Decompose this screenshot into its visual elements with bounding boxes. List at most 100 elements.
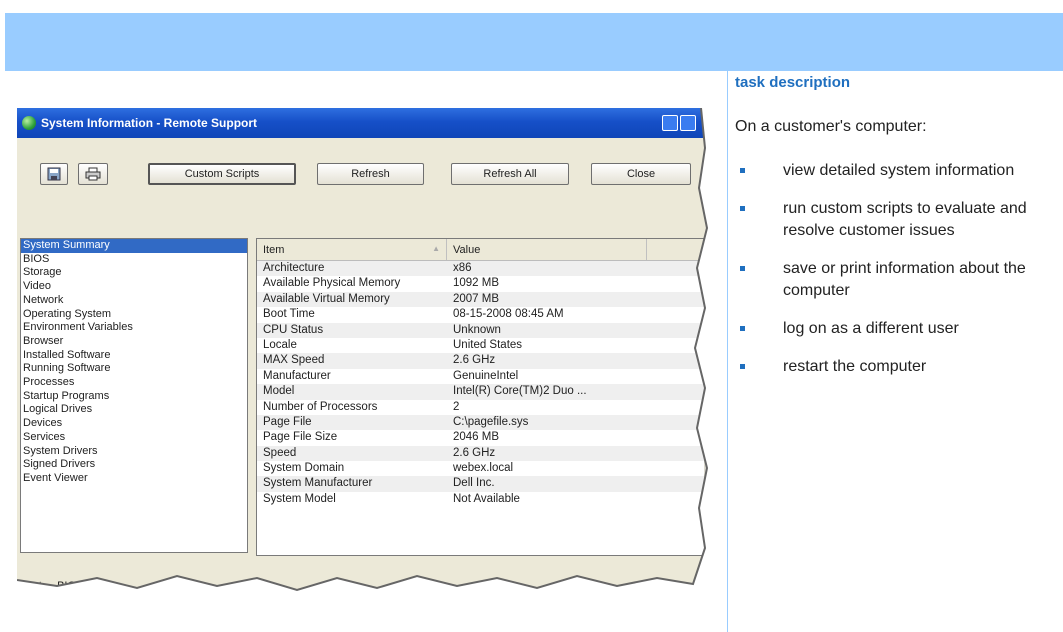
save-icon (47, 167, 61, 181)
task-item-text: run custom scripts to evaluate and resol… (783, 200, 1027, 239)
grid-scrollbar[interactable] (704, 238, 717, 556)
status-bar: Last ... BIOS Conf ... (17, 578, 717, 606)
row-item-cell: Locale (263, 338, 297, 351)
row-value-cell: Intel(R) Core(TM)2 Duo ... (453, 385, 587, 398)
table-row[interactable]: Number of Processors 2 (257, 400, 716, 415)
table-row[interactable]: System Domain webex.local (257, 461, 716, 476)
category-item[interactable]: System Summary (21, 239, 247, 253)
row-value-cell: 2046 MB (453, 431, 500, 444)
row-value-cell: Not Available (453, 492, 520, 505)
row-item-cell: Model (263, 385, 295, 398)
category-item[interactable]: Processes (21, 376, 247, 390)
table-row[interactable]: Page File C:\pagefile.sys (257, 414, 716, 431)
task-item: log on as a different user (735, 318, 1063, 340)
grid-rows: Architecture x86 Available Physical Memory… (257, 261, 716, 507)
task-item: save or print information about the comp… (735, 258, 1063, 302)
row-item-cell: Boot Time (263, 308, 315, 321)
category-item[interactable]: Operating System (21, 308, 247, 322)
row-item-cell: Manufacturer (263, 369, 331, 382)
table-row[interactable]: Model Intel(R) Core(TM)2 Duo ... (257, 384, 716, 400)
category-item[interactable]: System Drivers (21, 445, 247, 459)
category-item[interactable]: Signed Drivers (21, 458, 247, 472)
category-item[interactable]: Event Viewer (21, 472, 247, 486)
category-item[interactable]: Environment Variables (21, 321, 247, 335)
row-item-cell: Architecture (263, 262, 325, 274)
category-item[interactable]: Storage (21, 266, 247, 280)
table-row[interactable]: Locale United States (257, 338, 716, 353)
category-item[interactable]: Installed Software (21, 349, 247, 363)
task-list: view detailed system information run cus… (735, 160, 1063, 394)
close-button[interactable]: Close (591, 163, 691, 185)
table-row[interactable]: Speed 2.6 GHz (257, 445, 716, 462)
task-item: restart the computer (735, 356, 1063, 378)
window-titlebar: System Information - Remote Support (17, 108, 717, 138)
row-item-cell: MAX Speed (263, 354, 325, 367)
row-item-cell: Speed (263, 446, 297, 459)
window-title: System Information - Remote Support (41, 116, 258, 130)
task-item: view detailed system information (735, 160, 1063, 182)
row-item-cell: Number of Processors (263, 400, 378, 413)
category-item[interactable]: Logical Drives (21, 403, 247, 417)
refresh-all-button[interactable]: Refresh All (451, 163, 569, 185)
maximize-icon[interactable] (680, 115, 696, 131)
category-item[interactable]: Browser (21, 335, 247, 349)
row-value-cell: 2.6 GHz (453, 354, 496, 367)
print-button[interactable] (78, 163, 108, 185)
system-info-grid[interactable]: Item ▲ Value Architecture x86 Available Phy… (256, 238, 717, 556)
task-item-text: save or print information about the comp… (783, 260, 1026, 299)
refresh-button[interactable]: Refresh (317, 163, 424, 185)
table-row[interactable]: Page File Size 2046 MB (257, 430, 716, 445)
category-item[interactable]: Startup Programs (21, 390, 247, 404)
task-item-text: restart the computer (783, 358, 927, 375)
bullet-icon (740, 326, 745, 331)
table-row[interactable]: System Manufacturer Dell Inc. (257, 476, 716, 492)
row-value-cell: GenuineIntel (453, 369, 519, 382)
task-item-text: view detailed system information (783, 162, 1015, 179)
printer-icon (85, 167, 101, 181)
row-value-cell: 2007 MB (453, 292, 500, 305)
row-item-cell: Available Virtual Memory (263, 292, 390, 305)
table-row[interactable]: Available Virtual Memory 2007 MB (257, 291, 716, 308)
table-row[interactable]: Available Physical Memory 1092 MB (257, 276, 716, 291)
column-header-item[interactable]: Item ▲ (257, 239, 447, 260)
table-row[interactable]: System Model Not Available (257, 492, 716, 507)
task-description-heading: task description (735, 74, 851, 91)
minimize-icon[interactable] (662, 115, 678, 131)
table-row[interactable]: Manufacturer GenuineIntel (257, 369, 716, 384)
row-value-cell: Unknown (453, 323, 501, 336)
row-item-cell: System Domain (263, 462, 345, 475)
row-value-cell: 08-15-2008 08:45 AM (453, 308, 564, 321)
table-row[interactable]: Architecture x86 (257, 261, 716, 277)
row-item-cell: CPU Status (263, 323, 324, 336)
bullet-icon (740, 206, 745, 211)
table-row[interactable]: CPU Status Unknown (257, 322, 716, 338)
column-header-value[interactable]: Value (447, 239, 647, 260)
row-item-cell: System Model (263, 492, 336, 505)
category-item[interactable]: Running Software (21, 362, 247, 376)
row-value-cell: x86 (453, 262, 472, 274)
bullet-icon (740, 266, 745, 271)
category-list[interactable]: System Summary BIOS Storage Video Network Ope… (20, 238, 248, 553)
row-item-cell: Page File Size (263, 431, 338, 444)
row-value-cell: C:\pagefile.sys (453, 415, 529, 428)
task-item: run custom scripts to evaluate and resol… (735, 198, 1063, 242)
status-text: Last ... BIOS Conf ... (21, 580, 122, 592)
row-item-cell: Available Physical Memory (263, 277, 401, 290)
category-item[interactable]: Network (21, 294, 247, 308)
row-value-cell: 2.6 GHz (453, 446, 496, 459)
grid-header: Item ▲ Value (257, 239, 716, 261)
category-item[interactable]: Devices (21, 417, 247, 431)
app-globe-icon (22, 116, 36, 130)
category-item[interactable]: Services (21, 431, 247, 445)
save-button[interactable] (40, 163, 68, 185)
table-row[interactable]: MAX Speed 2.6 GHz (257, 353, 716, 369)
divider-line (727, 71, 728, 632)
system-information-window: System Information - Remote Support Cust… (17, 108, 717, 606)
bullet-icon (740, 168, 745, 173)
task-item-text: log on as a different user (783, 320, 959, 337)
category-item[interactable]: Video (21, 280, 247, 294)
row-value-cell: United States (453, 338, 523, 351)
category-item[interactable]: BIOS (21, 253, 247, 267)
custom-scripts-button[interactable]: Custom Scripts (148, 163, 296, 185)
table-row[interactable]: Boot Time 08-15-2008 08:45 AM (257, 307, 716, 322)
